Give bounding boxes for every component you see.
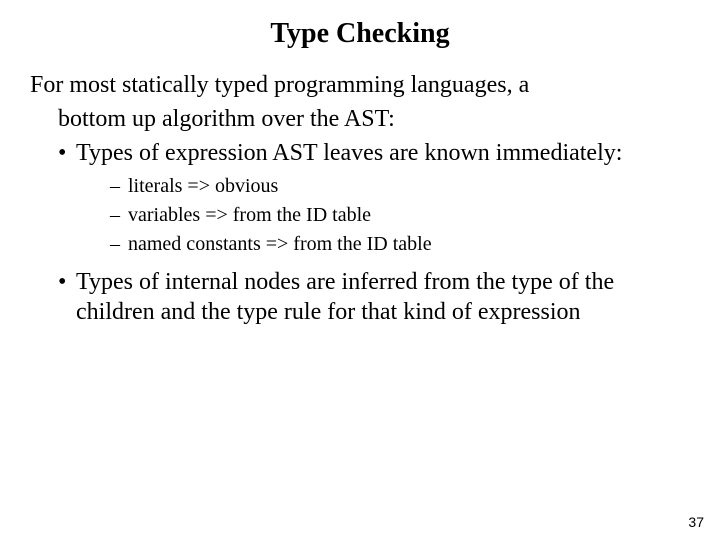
slide: Type Checking For most statically typed … <box>0 0 720 540</box>
sub-bullet-item: literals => obvious <box>110 174 690 199</box>
bullet-text: Types of expression AST leaves are known… <box>76 140 622 166</box>
bullet-list: Types of expression AST leaves are known… <box>58 138 690 327</box>
bullet-item: Types of internal nodes are inferred fro… <box>58 267 690 327</box>
bullet-item: Types of expression AST leaves are known… <box>58 138 690 257</box>
sub-bullet-item: variables => from the ID table <box>110 203 690 228</box>
sub-bullet-item: named constants => from the ID table <box>110 232 690 257</box>
slide-title: Type Checking <box>0 0 720 62</box>
sub-bullet-list: literals => obvious variables => from th… <box>110 174 690 257</box>
slide-body: For most statically typed programming la… <box>0 62 720 327</box>
bullet-text: Types of internal nodes are inferred fro… <box>76 269 614 325</box>
intro-text-line2: bottom up algorithm over the AST: <box>58 104 690 134</box>
page-number: 37 <box>688 514 704 530</box>
intro-text-line1: For most statically typed programming la… <box>30 70 690 100</box>
